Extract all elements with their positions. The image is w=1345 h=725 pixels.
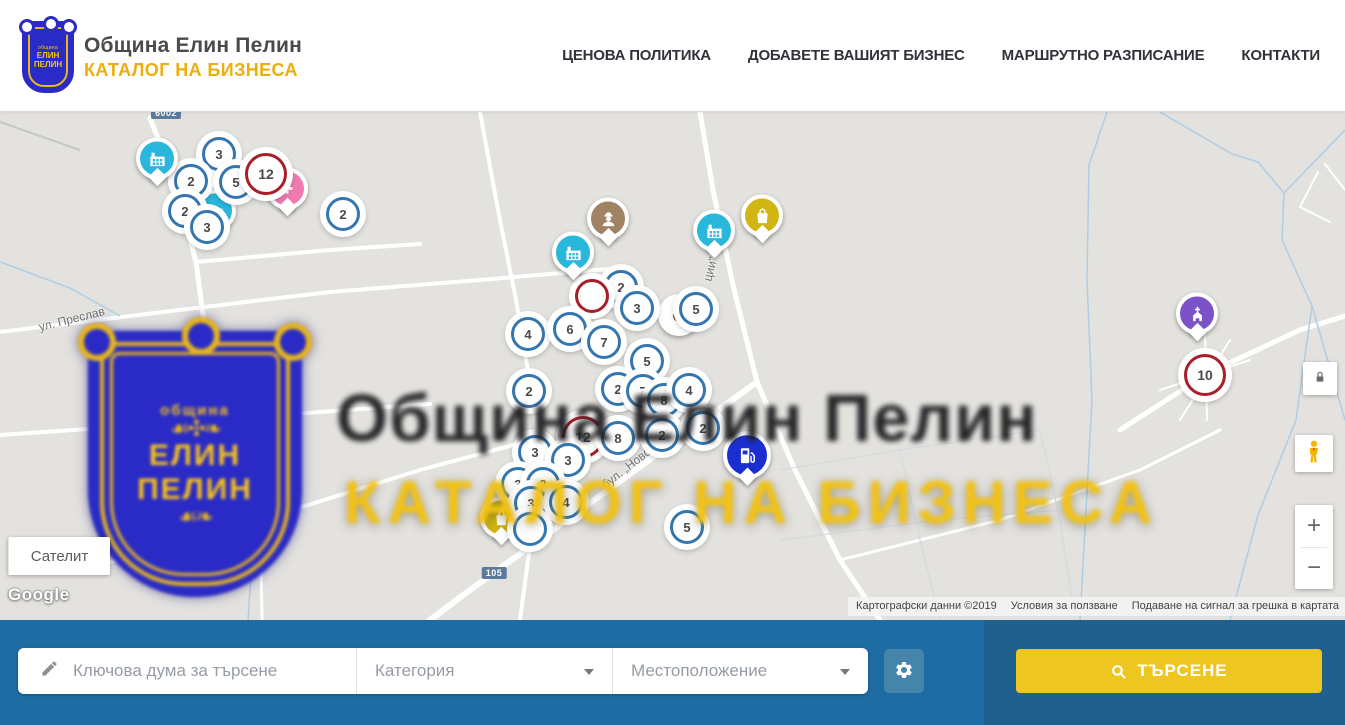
factory-pin[interactable] [552, 232, 594, 278]
attribution-terms-link[interactable]: Условия за ползване [1011, 600, 1118, 612]
attribution-report-error-link[interactable]: Подаване на сигнал за грешка в картата [1132, 600, 1339, 612]
pegman-button[interactable] [1295, 435, 1333, 472]
church-pin[interactable] [1176, 293, 1218, 339]
cluster-count: 4 [524, 327, 531, 342]
keyword-input[interactable] [71, 660, 325, 682]
search-bar: Категория Местоположение ТЪРСЕНЕ [0, 620, 1345, 725]
brand-title: Община Елин Пелин [84, 34, 302, 58]
cluster-count: 2 [187, 174, 194, 189]
zoom-out-button[interactable]: − [1295, 548, 1333, 590]
cluster-count: 10 [1197, 367, 1213, 383]
google-logo[interactable]: Google [8, 585, 70, 605]
map-canvas[interactable]: 3251222323546752278412822333834510600210… [0, 112, 1345, 620]
cluster-marker[interactable]: 5 [679, 292, 713, 326]
logo-ornament [43, 16, 59, 32]
cluster-count: 5 [643, 354, 650, 369]
logo-ornament [61, 19, 77, 35]
header: община ЕЛИН ПЕЛИН Община Елин Пелин КАТА… [0, 0, 1345, 112]
church-icon [1188, 304, 1207, 323]
cluster-count: 5 [232, 175, 239, 190]
emblem-ornament [274, 323, 312, 361]
shopping-bag-pin[interactable] [741, 195, 783, 241]
main-nav: ЦЕНОВА ПОЛИТИКА ДОБАВЕТЕ ВАШИЯТ БИЗНЕС М… [562, 0, 1320, 111]
attribution-copyright: Картографски данни ©2019 [856, 600, 997, 612]
brand[interactable]: община ЕЛИН ПЕЛИН Община Елин Пелин КАТА… [22, 21, 302, 93]
cluster-count: 2 [339, 207, 346, 222]
zoom-in-button[interactable]: + [1295, 505, 1333, 547]
pegman-icon [1303, 439, 1325, 468]
cluster-count: 3 [203, 220, 210, 235]
watermark-emblem: община ☙✣❧ ЕЛИН ПЕЛИН ☙❧ [88, 331, 302, 597]
search-panel: Категория Местоположение [18, 648, 868, 694]
logo-text-line1: ЕЛИН [37, 51, 59, 60]
cluster-marker[interactable]: 4 [511, 317, 545, 351]
cluster-marker[interactable] [575, 279, 609, 313]
cluster-marker[interactable]: 6 [553, 312, 587, 346]
cluster-marker[interactable]: 5 [630, 344, 664, 378]
cluster-marker[interactable]: 2 [174, 164, 208, 198]
factory-icon [564, 243, 583, 262]
factory-pin[interactable] [693, 210, 735, 256]
emblem-text-line1: ЕЛИН [149, 439, 241, 473]
map-attribution: Картографски данни ©2019 Условия за полз… [848, 597, 1345, 616]
streetview-lock-button[interactable] [1303, 362, 1337, 395]
cluster-marker[interactable]: 7 [587, 325, 621, 359]
category-dropdown[interactable]: Категория [357, 648, 612, 694]
location-dropdown-value: Местоположение [631, 661, 767, 681]
cluster-count: 3 [633, 301, 640, 316]
chevron-down-icon [840, 669, 850, 675]
road-number-badge: 6002 [151, 112, 181, 119]
cluster-count: 6 [566, 322, 573, 337]
cluster-marker[interactable]: 2 [326, 197, 360, 231]
logo-text-line2: ПЕЛИН [34, 60, 62, 69]
map-type-satellite-button[interactable]: Сателит [8, 537, 110, 575]
logo-ornament [19, 19, 35, 35]
brand-subtitle: КАТАЛОГ НА БИЗНЕСА [84, 60, 302, 81]
cluster-marker[interactable]: 10 [1184, 354, 1226, 396]
chevron-down-icon [584, 669, 594, 675]
municipality-logo: община ЕЛИН ПЕЛИН [22, 21, 74, 93]
zoom-control: + − [1295, 505, 1333, 589]
watermark-title: Община Елин Пелин [336, 380, 1038, 457]
category-dropdown-value: Категория [375, 661, 454, 681]
shopping-bag-icon [753, 206, 772, 225]
emblem-text-line2: ПЕЛИН [137, 473, 253, 507]
emblem-ornament [182, 317, 220, 355]
cluster-count: 2 [617, 280, 624, 295]
cluster-count: 3 [215, 147, 222, 162]
cluster-count: 5 [692, 302, 699, 317]
nav-item-pricing[interactable]: ЦЕНОВА ПОЛИТИКА [562, 47, 711, 64]
cluster-count: 2 [181, 204, 188, 219]
location-dropdown[interactable]: Местоположение [612, 648, 868, 694]
search-icon [1110, 663, 1127, 680]
search-button-label: ТЪРСЕНЕ [1137, 661, 1227, 681]
pencil-icon [40, 659, 59, 683]
road-number-badge: 105 [482, 567, 507, 579]
nav-item-contacts[interactable]: КОНТАКТИ [1241, 47, 1320, 64]
keyword-field[interactable] [18, 648, 357, 694]
nav-item-add-business[interactable]: ДОБАВЕТЕ ВАШИЯТ БИЗНЕС [748, 47, 965, 64]
lock-icon [1312, 369, 1328, 388]
advanced-settings-button[interactable] [884, 649, 924, 693]
factory-icon [705, 221, 724, 240]
emblem-flourish: ☙✣❧ [170, 419, 221, 439]
cluster-marker[interactable]: 12 [245, 153, 287, 195]
nav-item-bus-schedule[interactable]: МАРШРУТНО РАЗПИСАНИЕ [1002, 47, 1205, 64]
search-button[interactable]: ТЪРСЕНЕ [1016, 649, 1322, 693]
worker-icon [599, 209, 618, 228]
emblem-flourish: ☙❧ [178, 507, 212, 527]
cluster-count: 7 [600, 335, 607, 350]
gear-icon [894, 660, 914, 683]
watermark-subtitle: КАТАЛОГ НА БИЗНЕСА [344, 468, 1159, 537]
factory-icon [148, 149, 167, 168]
map-type-control: Карта Сателит [8, 537, 110, 575]
factory-pin[interactable] [136, 138, 178, 184]
cluster-count: 12 [258, 166, 274, 182]
cluster-marker[interactable]: 3 [620, 291, 654, 325]
cluster-marker[interactable]: 3 [190, 210, 224, 244]
emblem-ornament [78, 323, 116, 361]
